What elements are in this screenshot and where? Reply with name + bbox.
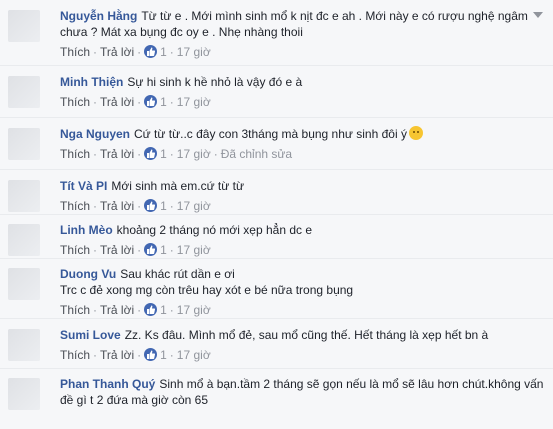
reply-button[interactable]: Trả lời <box>100 147 134 161</box>
avatar[interactable] <box>8 76 40 108</box>
reply-button[interactable]: Trả lời <box>100 95 134 109</box>
like-count: 1 <box>160 199 167 213</box>
like-icon <box>144 95 158 108</box>
like-count: 1 <box>160 95 167 109</box>
like-button[interactable]: Thích <box>60 147 90 161</box>
comment-message: Zz. Ks đâu. Mình mổ đẻ, sau mổ cũng thế.… <box>124 328 489 342</box>
comment-author[interactable]: Sumi Love <box>60 328 121 342</box>
comment-time[interactable]: 17 giờ <box>177 303 211 317</box>
comment-message: khoảng 2 tháng nó mới xẹp hẳn dc e <box>116 223 313 237</box>
comment-message: Mới sinh mà em.cứ từ từ <box>111 179 244 193</box>
like-icon <box>144 348 158 361</box>
like-count: 1 <box>160 45 167 59</box>
comment-actions: Thích · Trả lời · 1 · 17 giờ <box>60 243 211 257</box>
comment-text: Phan Thanh Quý Sinh mổ à bạn.tầm 2 tháng … <box>60 376 547 408</box>
like-button[interactable]: Thích <box>60 243 90 257</box>
like-icon <box>144 243 158 256</box>
like-button[interactable]: Thích <box>60 199 90 213</box>
comment-message-line2: Trc c đẻ xong mg còn trêu hay xót e bé n… <box>60 283 354 297</box>
like-icon <box>144 45 158 58</box>
reply-button[interactable]: Trả lời <box>100 243 134 257</box>
comment-time[interactable]: 17 giờ <box>177 199 211 213</box>
comment-author[interactable]: Phan Thanh Quý <box>60 377 155 391</box>
avatar[interactable] <box>8 180 40 212</box>
like-button[interactable]: Thích <box>60 348 90 362</box>
comment-author[interactable]: Duong Vu <box>60 267 116 281</box>
comment-message: Cứ từ từ..c đây con 3tháng mà bụng như s… <box>134 127 407 141</box>
comment-actions: Thích · Trả lời · 1 · 17 giờ <box>60 95 211 109</box>
comment-author[interactable]: Linh Mèo <box>60 223 113 237</box>
comment-text: Tít Và PI Mới sinh mà em.cứ từ từ <box>60 178 547 194</box>
edited-label[interactable]: Đã chỉnh sửa <box>221 147 292 161</box>
comment-author[interactable]: Minh Thiện <box>60 75 123 89</box>
divider <box>0 169 553 170</box>
comment-time[interactable]: 17 giờ <box>177 147 211 161</box>
comment-author[interactable]: Tít Và PI <box>60 179 107 193</box>
divider <box>0 368 553 369</box>
like-icon <box>144 147 158 160</box>
divider <box>0 318 553 319</box>
comment-actions: Thích · Trả lời · 1 · 17 giờ · Đã chỉnh sửa <box>60 147 293 161</box>
comment-message: Sau khác rút dần e ơi <box>120 267 235 281</box>
comment-text: Duong Vu Sau khác rút dần e ơi Trc c đẻ x… <box>60 266 547 298</box>
avatar[interactable] <box>8 224 40 256</box>
comment-author[interactable]: Nga Nguyen <box>60 127 130 141</box>
comment-text: Minh Thiện Sự hi sinh k hề nhỏ là vậy đó … <box>60 74 547 90</box>
divider <box>0 65 553 66</box>
comment-actions: Thích · Trả lời · 1 · 17 giờ <box>60 348 211 362</box>
avatar[interactable] <box>8 268 40 300</box>
comment-actions: Thích · Trả lời · 1 · 17 giờ <box>60 303 211 317</box>
reply-button[interactable]: Trả lời <box>100 303 134 317</box>
comment-text: Sumi Love Zz. Ks đâu. Mình mổ đẻ, sau mổ … <box>60 327 547 343</box>
comment-time[interactable]: 17 giờ <box>177 45 211 59</box>
like-count: 1 <box>160 147 167 161</box>
comment-time[interactable]: 17 giờ <box>177 348 211 362</box>
like-button[interactable]: Thích <box>60 95 90 109</box>
chevron-down-icon[interactable] <box>533 12 543 18</box>
comment-text: Nguyễn Hằng Từ từ e . Mới mình sinh mổ k … <box>60 8 547 40</box>
comment-time[interactable]: 17 giờ <box>177 95 211 109</box>
comment-time[interactable]: 17 giờ <box>177 243 211 257</box>
comment-author[interactable]: Nguyễn Hằng <box>60 9 137 23</box>
like-icon <box>144 303 158 316</box>
like-count: 1 <box>160 348 167 362</box>
like-count: 1 <box>160 243 167 257</box>
comment-text: Nga Nguyen Cứ từ từ..c đây con 3tháng mà … <box>60 126 547 142</box>
comment-message: Sự hi sinh k hề nhỏ là vậy đó e à <box>127 75 303 89</box>
divider <box>0 258 553 259</box>
avatar[interactable] <box>8 378 40 410</box>
avatar[interactable] <box>8 329 40 361</box>
like-count: 1 <box>160 303 167 317</box>
reply-button[interactable]: Trả lời <box>100 348 134 362</box>
comment-actions: Thích · Trả lời · 1 · 17 giờ <box>60 45 211 59</box>
divider <box>0 214 553 215</box>
crying-face-icon <box>408 126 423 140</box>
avatar[interactable] <box>8 10 40 42</box>
avatar[interactable] <box>8 128 40 160</box>
reply-button[interactable]: Trả lời <box>100 199 134 213</box>
like-button[interactable]: Thích <box>60 45 90 59</box>
like-button[interactable]: Thích <box>60 303 90 317</box>
comment-actions: Thích · Trả lời · 1 · 17 giờ <box>60 199 211 213</box>
reply-button[interactable]: Trả lời <box>100 45 134 59</box>
divider <box>0 117 553 118</box>
like-icon <box>144 199 158 212</box>
comment-text: Linh Mèo khoảng 2 tháng nó mới xẹp hẳn dc… <box>60 222 547 238</box>
